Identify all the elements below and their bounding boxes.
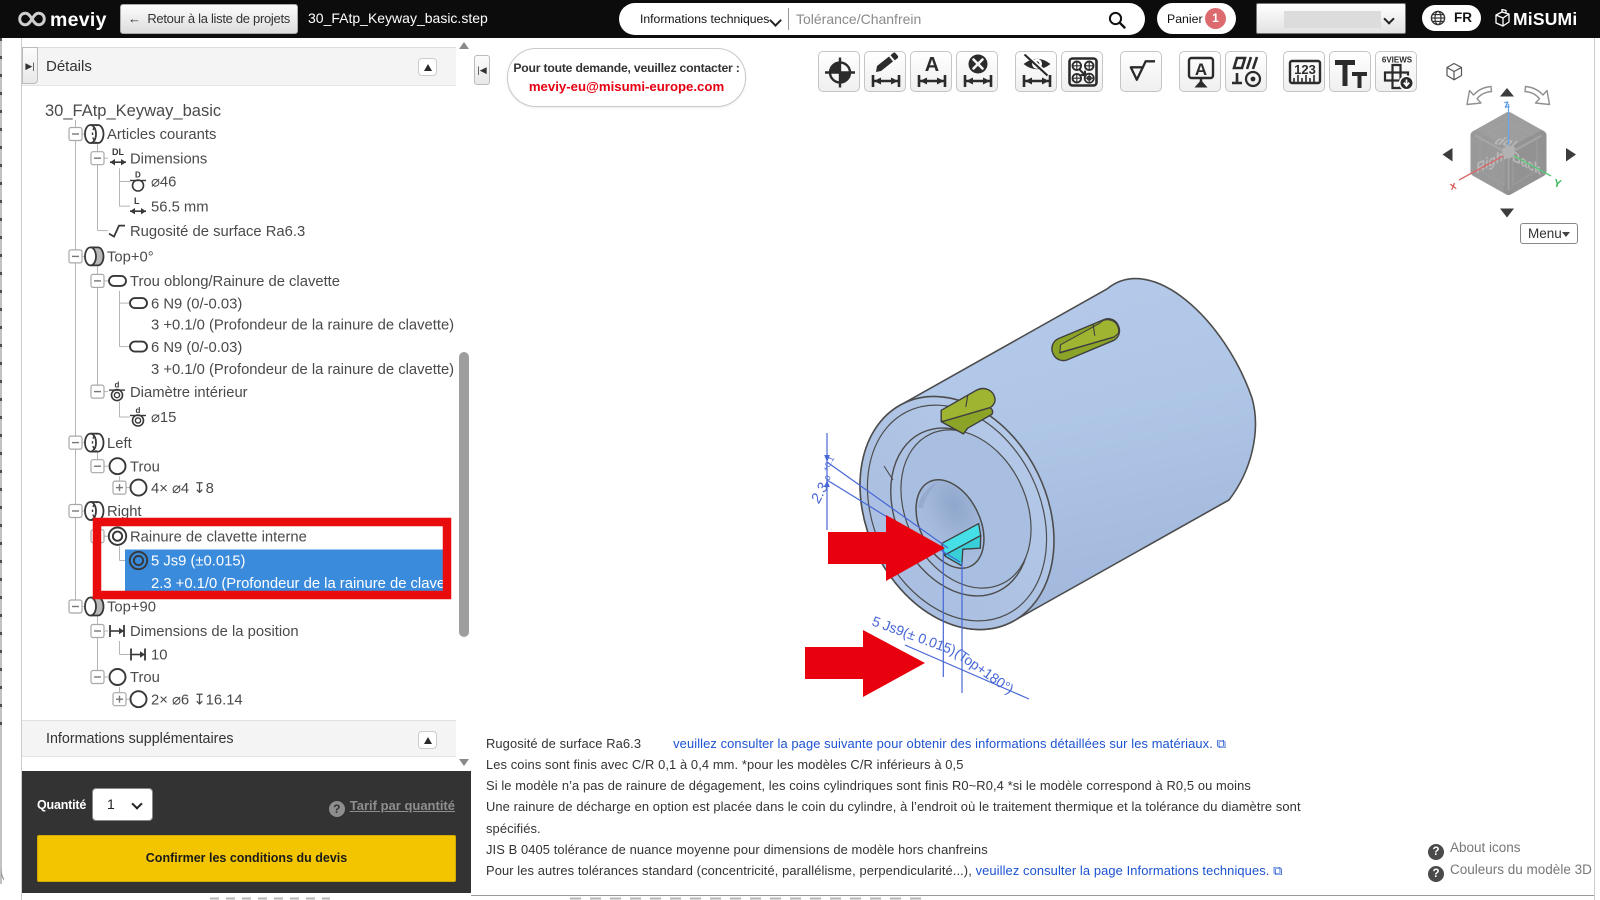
svg-text:DL: DL [112, 147, 124, 157]
svg-text:3 +0.1/0 (Profondeur de la rai: 3 +0.1/0 (Profondeur de la rainure de cl… [151, 318, 454, 334]
svg-text:2× ⌀6 ↧16.14: 2× ⌀6 ↧16.14 [151, 692, 243, 708]
svg-text:Top+90: Top+90 [107, 600, 156, 616]
svg-text:4× ⌀4 ↧8: 4× ⌀4 ↧8 [151, 481, 214, 497]
svg-text:L: L [134, 196, 140, 206]
svg-text:Y: Y [1552, 177, 1563, 191]
svg-text:0: 0 [823, 473, 833, 482]
svg-text:D: D [135, 171, 141, 180]
svg-text:3 +0.1/0 (Profondeur de la rai: 3 +0.1/0 (Profondeur de la rainure de cl… [151, 362, 454, 378]
svg-text:Rainure de clavette interne: Rainure de clavette interne [130, 529, 307, 545]
svg-text:Diamètre intérieur: Diamètre intérieur [130, 385, 248, 401]
svg-text:Top+0°: Top+0° [107, 250, 154, 266]
svg-text:Trou: Trou [130, 459, 160, 475]
svg-text:+0.1: +0.1 [821, 454, 837, 473]
svg-text:x: x [1449, 179, 1459, 192]
svg-text:56.5 mm: 56.5 mm [151, 199, 209, 215]
svg-text:5 Js9 (±0.015): 5 Js9 (±0.015) [151, 554, 246, 570]
svg-text:Trou: Trou [130, 670, 160, 686]
svg-text:z: z [1503, 98, 1511, 111]
svg-text:6 N9 (0/-0.03): 6 N9 (0/-0.03) [151, 340, 242, 356]
svg-text:⌀46: ⌀46 [151, 175, 176, 191]
svg-text:10: 10 [151, 648, 167, 664]
svg-text:2.3 +0.1/0 (Profondeur de la r: 2.3 +0.1/0 (Profondeur de la rainure de … [151, 576, 456, 592]
svg-text:Dimensions de la position: Dimensions de la position [130, 624, 299, 640]
svg-text:6 N9 (0/-0.03): 6 N9 (0/-0.03) [151, 296, 242, 312]
svg-text:Left: Left [107, 436, 132, 452]
svg-text:d: d [136, 406, 141, 415]
svg-text:Trou oblong/Rainure de clavett: Trou oblong/Rainure de clavette [130, 274, 340, 290]
svg-text:Dimensions: Dimensions [130, 151, 207, 167]
svg-text:Articles courants: Articles courants [107, 127, 216, 143]
svg-text:⌀15: ⌀15 [151, 410, 176, 426]
svg-text:d: d [115, 381, 120, 390]
svg-text:Rugosité de surface Ra6.3: Rugosité de surface Ra6.3 [130, 224, 305, 240]
svg-text:30_FAtp_Keyway_basic: 30_FAtp_Keyway_basic [45, 102, 221, 120]
